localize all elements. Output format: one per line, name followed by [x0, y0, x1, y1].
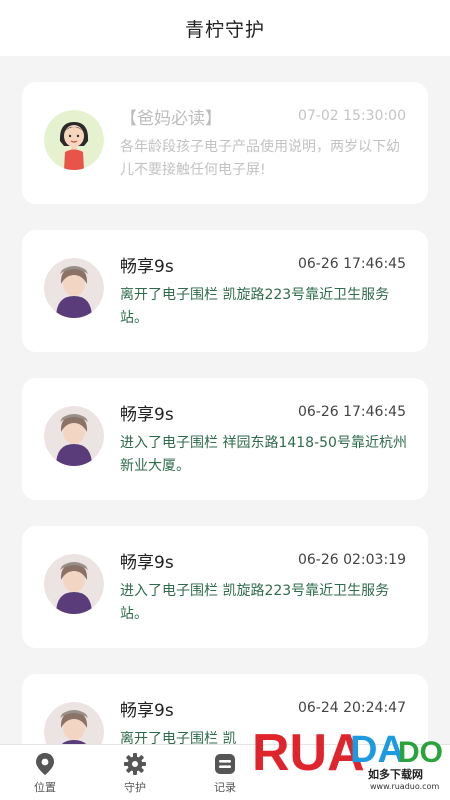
- app-header: 青柠守护: [0, 0, 450, 56]
- location-pin-icon: [33, 752, 57, 776]
- tab-guard[interactable]: 守护: [90, 745, 180, 800]
- record-time: 07-02 15:30:00: [297, 108, 406, 124]
- child-avatar: [44, 554, 104, 614]
- record-icon: [213, 752, 237, 776]
- tab-label: 记录: [214, 780, 236, 794]
- record-time: 06-26 02:03:19: [297, 552, 406, 568]
- svg-text:DA: DA: [350, 729, 405, 771]
- device-name: 畅享9s: [120, 701, 174, 721]
- fence-message: 进入了电子围栏 凯旋路223号靠近卫生服务站。: [120, 583, 390, 622]
- fence-message: 进入了电子围栏 祥园东路1418-50号靠近杭州新业大厦。: [120, 435, 407, 474]
- page-title: 青柠守护: [184, 18, 265, 41]
- child-avatar: [44, 258, 104, 318]
- device-name: 畅享9s: [120, 405, 174, 425]
- record-card[interactable]: 畅享9s 06-26 02:03:19 进入了电子围栏 凯旋路223号靠近卫生服…: [22, 526, 428, 648]
- notice-card[interactable]: 【爸妈必读】 07-02 15:30:00 各年龄段孩子电子产品使用说明，两岁以…: [22, 82, 428, 204]
- child-avatar: [44, 702, 104, 744]
- record-feed[interactable]: 【爸妈必读】 07-02 15:30:00 各年龄段孩子电子产品使用说明，两岁以…: [0, 56, 450, 744]
- child-avatar: [44, 406, 104, 466]
- record-card[interactable]: 畅享9s 06-26 17:46:45 进入了电子围栏 祥园东路1418-50号…: [22, 378, 428, 500]
- notice-title: 【爸妈必读】: [120, 109, 222, 129]
- tab-label: 守护: [124, 780, 146, 794]
- record-time: 06-26 17:46:45: [297, 404, 406, 420]
- record-card[interactable]: 畅享9s 06-26 17:46:45 离开了电子围栏 凯旋路223号靠近卫生服…: [22, 230, 428, 352]
- gear-icon: [123, 752, 147, 776]
- device-name: 畅享9s: [120, 553, 174, 573]
- svg-text:DO: DO: [398, 736, 443, 769]
- tab-location[interactable]: 位置: [0, 745, 90, 800]
- device-name: 畅享9s: [120, 257, 174, 277]
- fence-message: 离开了电子围栏 凯旋路223号靠近卫生服务站。: [120, 287, 390, 326]
- notice-message: 各年龄段孩子电子产品使用说明，两岁以下幼儿不要接触任何电子屏!: [120, 139, 400, 178]
- mom-avatar: [44, 110, 104, 170]
- svg-text:RUA: RUA: [252, 724, 365, 782]
- tab-label: 位置: [34, 780, 56, 794]
- watermark-tagline: 如多下载网: [368, 768, 423, 781]
- site-watermark: RUA DA DO 如多下载网 www.ruaduo.com: [250, 700, 450, 800]
- watermark-url: www.ruaduo.com: [370, 782, 440, 791]
- record-time: 06-26 17:46:45: [297, 256, 406, 272]
